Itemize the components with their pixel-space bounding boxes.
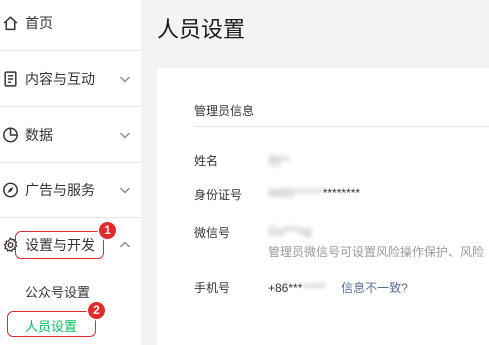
sidebar-item-content[interactable]: 内容与互动 xyxy=(0,51,141,106)
annotation-badge-1: 1 xyxy=(99,222,116,239)
chevron-up-icon xyxy=(120,241,130,247)
sidebar: 首页 内容与互动 数据 广告与服务 设置与开发 公众号设置 人员设置 xyxy=(0,0,141,345)
sidebar-item-label: 首页 xyxy=(25,14,53,31)
wechat-hint: 管理员微信号可设置风险操作保护、风险 xyxy=(268,245,485,259)
phone-label: 手机号 xyxy=(194,281,231,295)
phone-value: +86******** 信息不一致? xyxy=(268,279,408,296)
annotation-badge-2: 2 xyxy=(88,302,105,319)
id-number-blurred: 4405****** xyxy=(268,186,323,200)
info-mismatch-link[interactable]: 信息不一致? xyxy=(341,281,408,295)
pie-chart-icon xyxy=(3,127,18,142)
wechat-value-blurred: Gu***ng xyxy=(268,224,312,238)
sidebar-item-label: 广告与服务 xyxy=(25,181,95,198)
phone-masked: ***** xyxy=(302,281,326,295)
phone-prefix: +86*** xyxy=(268,281,303,295)
name-value: 刘** xyxy=(268,152,289,169)
id-number-label: 身份证号 xyxy=(194,188,243,202)
sidebar-subitem-account-settings[interactable]: 公众号设置 xyxy=(25,282,90,301)
id-number-suffix: ******** xyxy=(322,186,361,200)
sidebar-item-ads-services[interactable]: 广告与服务 xyxy=(0,162,141,217)
sidebar-item-label: 内容与互动 xyxy=(25,70,95,87)
name-label: 姓名 xyxy=(194,154,219,168)
wechat-label: 微信号 xyxy=(194,226,231,240)
divider xyxy=(194,126,489,127)
chevron-down-icon xyxy=(120,132,130,138)
sidebar-item-data[interactable]: 数据 xyxy=(0,107,141,162)
document-icon xyxy=(4,70,17,87)
compass-icon xyxy=(3,182,18,197)
section-title: 管理员信息 xyxy=(194,104,255,118)
annotation-box-2 xyxy=(7,311,96,337)
annotation-box-1 xyxy=(15,231,104,259)
wechat-value: Gu***ng xyxy=(268,224,311,238)
chevron-down-icon xyxy=(120,76,130,82)
sidebar-item-label: 数据 xyxy=(25,126,53,143)
sidebar-item-home[interactable]: 首页 xyxy=(0,0,141,50)
chevron-down-icon xyxy=(120,187,130,193)
id-number-value: 4405************** xyxy=(268,186,360,200)
name-value-blurred: 刘** xyxy=(268,154,290,168)
page-title: 人员设置 xyxy=(157,17,246,42)
admin-info-card: 管理员信息 姓名 刘** 身份证号 4405************** 微信号… xyxy=(157,68,489,345)
home-icon xyxy=(3,15,18,30)
